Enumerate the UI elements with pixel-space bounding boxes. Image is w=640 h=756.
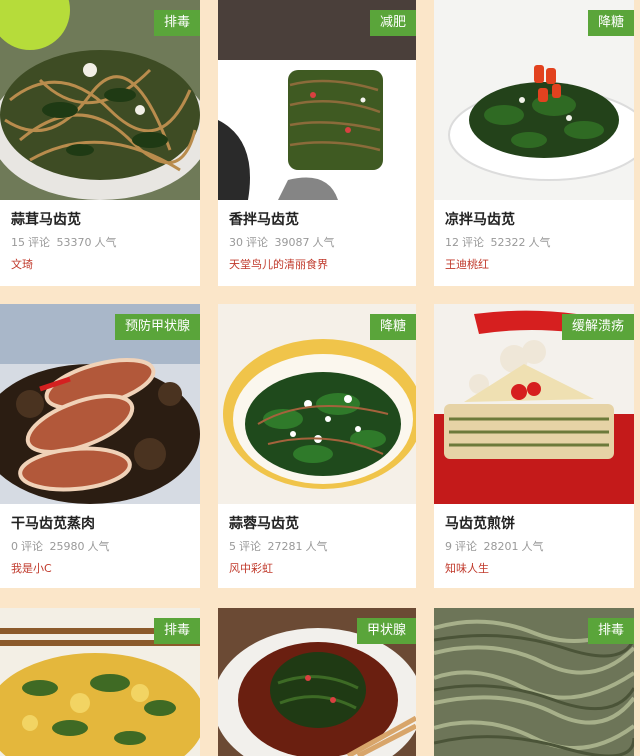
recipe-card[interactable]: 缓解溃疡 马齿苋煎饼 9 评论 28201 人气 知味人生: [434, 304, 634, 588]
comment-label: 评论: [28, 236, 50, 249]
recipe-info: 香拌马齿苋 30 评论 39087 人气 天堂鸟儿的清丽食界: [218, 200, 416, 286]
view-count: 28201: [483, 540, 519, 553]
recipe-info: 马齿苋煎饼 9 评论 28201 人气 知味人生: [434, 504, 634, 588]
comment-label: 评论: [21, 540, 43, 553]
benefit-tag[interactable]: 排毒: [153, 10, 200, 36]
author-link[interactable]: 文琦: [11, 256, 33, 272]
recipe-card[interactable]: 降糖 凉拌马齿苋 12 评论 52322 人气 王迪桃红: [434, 0, 634, 286]
view-label: 人气: [87, 540, 110, 553]
benefit-tag[interactable]: 排毒: [587, 618, 634, 644]
comment-label: 评论: [455, 540, 477, 553]
recipe-card[interactable]: 排毒 蒜茸马齿苋 15 评论 53370 人气 文琦: [0, 0, 200, 286]
recipe-title[interactable]: 蒜蓉马齿苋: [229, 513, 299, 533]
benefit-tag[interactable]: 降糖: [369, 314, 416, 340]
author-link[interactable]: 天堂鸟儿的清丽食界: [229, 256, 328, 272]
recipe-stats: 5 评论 27281 人气: [229, 538, 331, 554]
recipe-card[interactable]: 排毒: [0, 608, 200, 756]
benefit-tag[interactable]: 甲状腺: [356, 618, 416, 644]
comment-count: 5: [229, 540, 236, 553]
comment-count: 9: [445, 540, 452, 553]
recipe-info: 干马齿苋蒸肉 0 评论 25980 人气 我是小C: [0, 504, 200, 588]
recipe-grid: 排毒 蒜茸马齿苋 15 评论 53370 人气 文琦 减肥 香拌马齿苋 30 评…: [0, 0, 640, 756]
comment-count: 30: [229, 236, 243, 249]
comment-label: 评论: [239, 540, 261, 553]
recipe-title[interactable]: 凉拌马齿苋: [445, 209, 515, 229]
comment-count: 15: [11, 236, 25, 249]
view-count: 53370: [56, 236, 92, 249]
recipe-title[interactable]: 香拌马齿苋: [229, 209, 299, 229]
recipe-title[interactable]: 干马齿苋蒸肉: [11, 513, 95, 533]
recipe-card[interactable]: 降糖 蒜蓉马齿苋 5 评论 27281 人气 风中彩虹: [218, 304, 416, 588]
recipe-stats: 0 评论 25980 人气: [11, 538, 113, 554]
view-count: 39087: [274, 236, 310, 249]
recipe-stats: 9 评论 28201 人气: [445, 538, 547, 554]
recipe-title[interactable]: 蒜茸马齿苋: [11, 209, 81, 229]
author-link[interactable]: 王迪桃红: [445, 256, 489, 272]
author-link[interactable]: 知味人生: [445, 560, 489, 576]
recipe-card[interactable]: 减肥 香拌马齿苋 30 评论 39087 人气 天堂鸟儿的清丽食界: [218, 0, 416, 286]
benefit-tag[interactable]: 降糖: [587, 10, 634, 36]
view-label: 人气: [305, 540, 328, 553]
recipe-card[interactable]: 预防甲状腺 干马齿苋蒸肉 0 评论 25980 人气 我是小C: [0, 304, 200, 588]
recipe-card[interactable]: 排毒: [434, 608, 634, 756]
author-link[interactable]: 我是小C: [11, 560, 52, 576]
comment-count: 12: [445, 236, 459, 249]
view-label: 人气: [312, 236, 335, 249]
benefit-tag[interactable]: 预防甲状腺: [114, 314, 200, 340]
recipe-stats: 12 评论 52322 人气: [445, 234, 554, 250]
comment-count: 0: [11, 540, 18, 553]
view-count: 27281: [267, 540, 303, 553]
recipe-title[interactable]: 马齿苋煎饼: [445, 513, 515, 533]
comment-label: 评论: [462, 236, 484, 249]
view-label: 人气: [94, 236, 117, 249]
recipe-info: 凉拌马齿苋 12 评论 52322 人气 王迪桃红: [434, 200, 634, 286]
view-label: 人气: [528, 236, 551, 249]
view-count: 25980: [49, 540, 85, 553]
comment-label: 评论: [246, 236, 268, 249]
recipe-stats: 30 评论 39087 人气: [229, 234, 338, 250]
recipe-card[interactable]: 甲状腺: [218, 608, 416, 756]
benefit-tag[interactable]: 减肥: [369, 10, 416, 36]
benefit-tag[interactable]: 排毒: [153, 618, 200, 644]
recipe-info: 蒜蓉马齿苋 5 评论 27281 人气 风中彩虹: [218, 504, 416, 588]
recipe-stats: 15 评论 53370 人气: [11, 234, 120, 250]
view-count: 52322: [490, 236, 526, 249]
view-label: 人气: [521, 540, 544, 553]
benefit-tag[interactable]: 缓解溃疡: [561, 314, 634, 340]
author-link[interactable]: 风中彩虹: [229, 560, 273, 576]
recipe-info: 蒜茸马齿苋 15 评论 53370 人气 文琦: [0, 200, 200, 286]
